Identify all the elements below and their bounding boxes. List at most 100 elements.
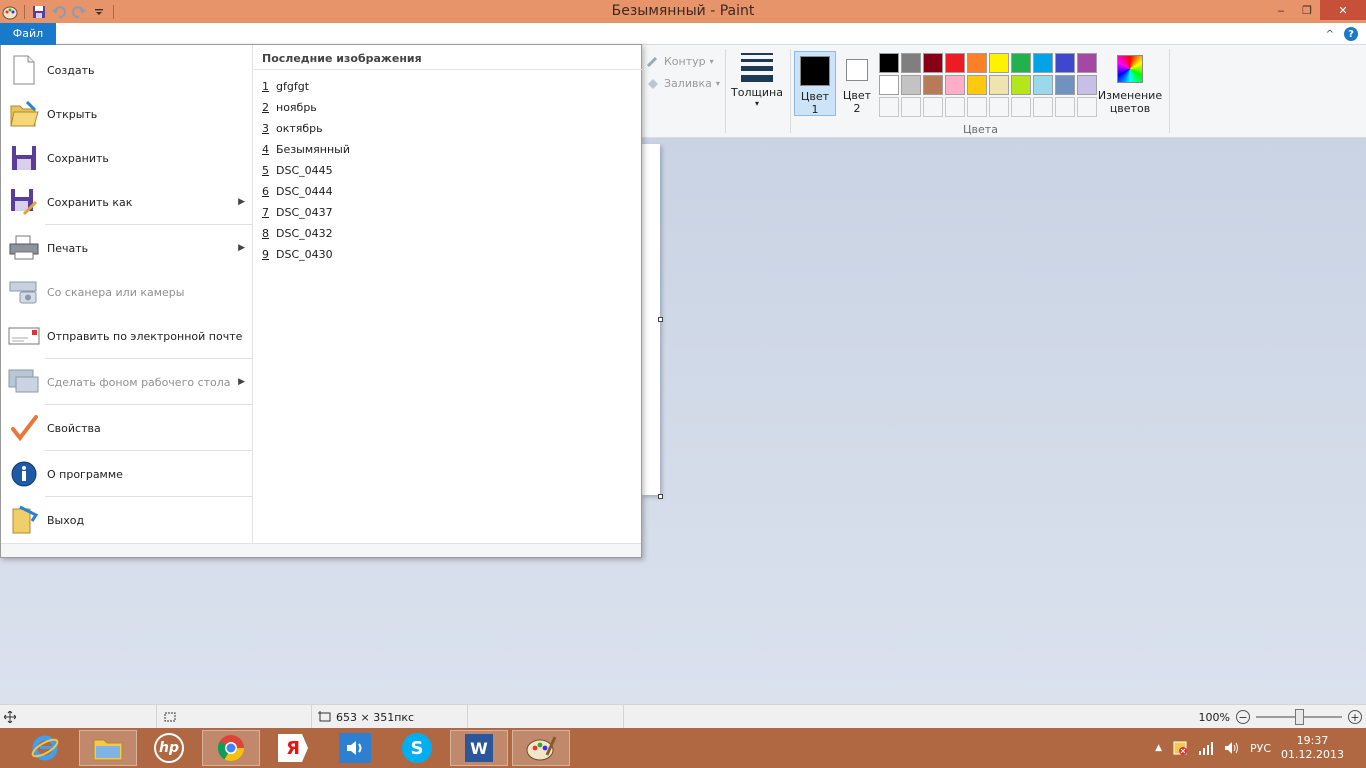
palette-custom-slot[interactable] bbox=[1033, 97, 1053, 117]
recent-images-title: Последние изображения bbox=[262, 52, 422, 65]
palette-custom-slot[interactable] bbox=[989, 97, 1009, 117]
recent-item[interactable]: 6 DSC_0444 bbox=[262, 182, 333, 200]
recent-item[interactable]: 1 gfgfgt bbox=[262, 77, 309, 95]
recent-item[interactable]: 7 DSC_0437 bbox=[262, 203, 333, 221]
fill-button[interactable]: Заливка ▾ bbox=[646, 77, 720, 90]
tab-file[interactable]: Файл bbox=[0, 23, 56, 45]
palette-swatch[interactable] bbox=[989, 53, 1009, 73]
palette-swatch[interactable] bbox=[1033, 75, 1053, 95]
taskbar-word[interactable]: W bbox=[450, 730, 508, 766]
help-icon[interactable]: ? bbox=[1344, 27, 1358, 41]
menu-item-open[interactable]: Открыть bbox=[1, 92, 253, 136]
resize-handle-corner[interactable] bbox=[658, 494, 663, 499]
thickness-label: Толщина bbox=[731, 86, 783, 99]
palette-swatch[interactable] bbox=[967, 53, 987, 73]
scanner-camera-icon bbox=[1, 270, 47, 314]
recent-item[interactable]: 8 DSC_0432 bbox=[262, 224, 333, 242]
menu-item-label: Выход bbox=[47, 513, 85, 527]
palette-swatch[interactable] bbox=[1077, 75, 1097, 95]
zoom-slider-thumb[interactable] bbox=[1294, 709, 1304, 725]
taskbar-chrome[interactable] bbox=[202, 730, 260, 766]
menu-item-save[interactable]: Сохранить bbox=[1, 136, 253, 180]
outline-button[interactable]: Контур ▾ bbox=[646, 55, 714, 68]
menu-item-properties[interactable]: Свойства bbox=[1, 406, 253, 450]
recent-item-name: октябрь bbox=[276, 121, 323, 135]
recent-item[interactable]: 2 ноябрь bbox=[262, 98, 317, 116]
palette-custom-slot[interactable] bbox=[1011, 97, 1031, 117]
menu-item-new[interactable]: Создать bbox=[1, 48, 253, 92]
menu-item-exit[interactable]: Выход bbox=[1, 498, 253, 542]
palette-swatch[interactable] bbox=[967, 75, 987, 95]
close-button[interactable]: ✕ bbox=[1320, 0, 1366, 20]
menu-item-print[interactable]: Печать ▶ bbox=[1, 226, 253, 270]
thickness-button[interactable]: Толщина ▾ bbox=[729, 49, 785, 117]
taskbar-file-explorer[interactable] bbox=[79, 730, 137, 766]
recent-item[interactable]: 9 DSC_0430 bbox=[262, 245, 333, 263]
color2-swatch bbox=[846, 59, 868, 81]
network-signal-icon[interactable] bbox=[1198, 741, 1214, 755]
menu-item-about[interactable]: О программе bbox=[1, 452, 253, 496]
taskbar-ie[interactable] bbox=[16, 730, 74, 766]
taskbar-yandex[interactable]: Я bbox=[264, 730, 322, 766]
maximize-button[interactable]: ❐ bbox=[1294, 0, 1320, 20]
menu-item-desktop-background[interactable]: Сделать фоном рабочего стола ▶ bbox=[1, 360, 253, 404]
taskbar-hp[interactable]: hp bbox=[140, 730, 198, 766]
palette-swatch[interactable] bbox=[1011, 75, 1031, 95]
palette-custom-slot[interactable] bbox=[1055, 97, 1075, 117]
palette-custom-slot[interactable] bbox=[879, 97, 899, 117]
input-language[interactable]: РУС bbox=[1250, 742, 1271, 755]
palette-swatch[interactable] bbox=[945, 53, 965, 73]
palette-swatch[interactable] bbox=[901, 53, 921, 73]
show-hidden-icons-icon[interactable]: ▲ bbox=[1155, 743, 1162, 753]
menu-item-email[interactable]: Отправить по электронной почте bbox=[1, 314, 253, 358]
palette-swatch[interactable] bbox=[1011, 53, 1031, 73]
collapse-ribbon-icon[interactable]: ^ bbox=[1326, 29, 1334, 40]
submenu-arrow-icon: ▶ bbox=[238, 243, 245, 253]
recent-item-number: 3 bbox=[262, 121, 269, 135]
minimize-button[interactable]: ‒ bbox=[1268, 0, 1294, 20]
recent-item[interactable]: 5 DSC_0445 bbox=[262, 161, 333, 179]
menu-item-save-as[interactable]: Сохранить как ▶ bbox=[1, 180, 253, 224]
palette-swatch[interactable] bbox=[1077, 53, 1097, 73]
palette-custom-slot[interactable] bbox=[1077, 97, 1097, 117]
palette-custom-slot[interactable] bbox=[967, 97, 987, 117]
palette-custom-slot[interactable] bbox=[901, 97, 921, 117]
menu-item-label: Создать bbox=[47, 63, 95, 77]
resize-handle-right[interactable] bbox=[658, 317, 663, 322]
zoom-in-button[interactable]: + bbox=[1348, 710, 1362, 724]
palette-custom-slot[interactable] bbox=[945, 97, 965, 117]
volume-icon[interactable] bbox=[1224, 741, 1240, 755]
action-center-icon[interactable] bbox=[1172, 740, 1188, 756]
save-icon bbox=[1, 136, 47, 180]
zoom-out-button[interactable]: − bbox=[1236, 710, 1250, 724]
chrome-icon bbox=[217, 735, 245, 762]
color1-button[interactable]: Цвет 1 bbox=[794, 51, 836, 116]
recent-item-name: DSC_0437 bbox=[276, 205, 333, 219]
palette-swatch[interactable] bbox=[879, 53, 899, 73]
recent-item[interactable]: 4 Безымянный bbox=[262, 140, 350, 158]
palette-swatch[interactable] bbox=[923, 53, 943, 73]
palette-swatch[interactable] bbox=[1055, 53, 1075, 73]
ribbon-tab-strip bbox=[0, 23, 1366, 45]
palette-swatch[interactable] bbox=[945, 75, 965, 95]
recent-item[interactable]: 3 октябрь bbox=[262, 119, 323, 137]
fill-label: Заливка bbox=[664, 77, 712, 90]
palette-custom-slot[interactable] bbox=[923, 97, 943, 117]
clock[interactable]: 19:37 01.12.2013 bbox=[1281, 734, 1344, 762]
word-icon: W bbox=[465, 734, 493, 762]
edit-colors-button[interactable]: Изменение цветов bbox=[1097, 51, 1163, 115]
palette-swatch[interactable] bbox=[1055, 75, 1075, 95]
zoom-slider[interactable] bbox=[1256, 709, 1342, 725]
taskbar-audio-player[interactable] bbox=[326, 730, 384, 766]
palette-swatch[interactable] bbox=[923, 75, 943, 95]
palette-swatch[interactable] bbox=[1033, 53, 1053, 73]
taskbar-skype[interactable]: S bbox=[388, 730, 446, 766]
menu-item-label: Сохранить bbox=[47, 151, 109, 165]
status-bar: 653 × 351пкс 100% − + bbox=[0, 704, 1366, 729]
color2-button[interactable]: Цвет 2 bbox=[836, 51, 878, 116]
palette-swatch[interactable] bbox=[989, 75, 1009, 95]
palette-swatch[interactable] bbox=[879, 75, 899, 95]
menu-item-scanner[interactable]: Со сканера или камеры bbox=[1, 270, 253, 314]
taskbar-paint[interactable] bbox=[512, 730, 570, 766]
palette-swatch[interactable] bbox=[901, 75, 921, 95]
